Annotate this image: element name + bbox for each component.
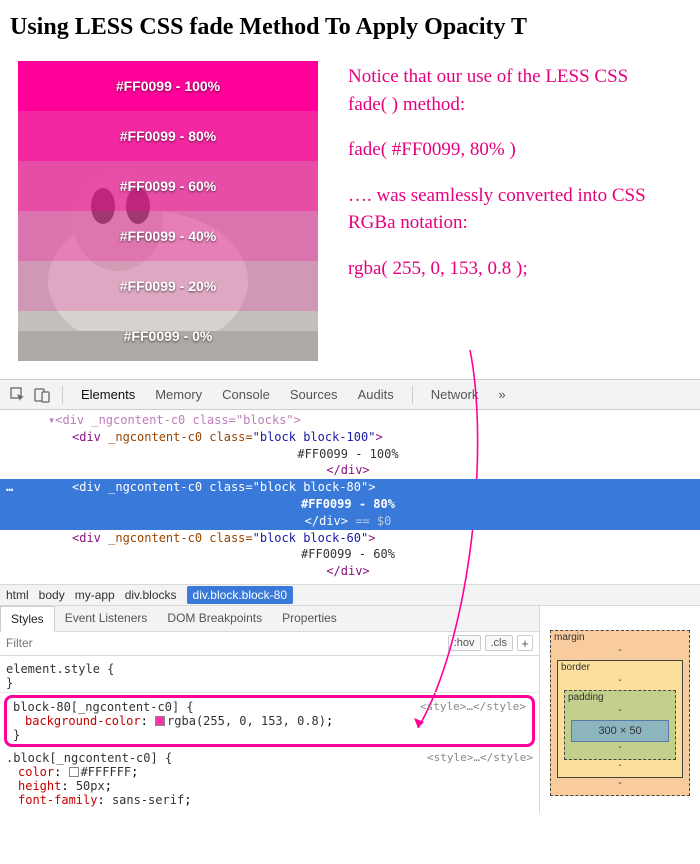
tab-audits[interactable]: Audits — [348, 380, 404, 410]
tab-more[interactable]: » — [488, 380, 515, 410]
tab-network[interactable]: Network — [421, 380, 489, 410]
cls-toggle[interactable]: .cls — [485, 635, 514, 651]
color-swatch[interactable] — [155, 716, 165, 726]
tab-memory[interactable]: Memory — [145, 380, 212, 410]
crumb-html[interactable]: html — [6, 588, 29, 602]
annotation-p3: …. was seamlessly converted into CSS RGB… — [348, 182, 668, 237]
stripe-80: #FF0099 - 80% — [18, 111, 318, 161]
stripe-100: #FF0099 - 100% — [18, 61, 318, 111]
dom-line-selected[interactable]: </div> == $0 — [0, 513, 700, 530]
demo-box: #FF0099 - 100% #FF0099 - 80% #FF0099 - 6… — [18, 61, 318, 361]
annotation-p1: Notice that our use of the LESS CSS fade… — [348, 63, 668, 118]
crumb-body[interactable]: body — [39, 588, 65, 602]
subtab-styles[interactable]: Styles — [0, 606, 55, 632]
hov-toggle[interactable]: :hov — [448, 635, 481, 651]
upper-section: #FF0099 - 100% #FF0099 - 80% #FF0099 - 6… — [0, 51, 700, 371]
crumb-myapp[interactable]: my-app — [75, 588, 115, 602]
tab-elements[interactable]: Elements — [71, 380, 145, 410]
tab-sources[interactable]: Sources — [280, 380, 348, 410]
devtools-panel: Elements Memory Console Sources Audits N… — [0, 379, 700, 813]
page-title: Using LESS CSS fade Method To Apply Opac… — [0, 0, 700, 51]
device-toggle-icon[interactable] — [30, 383, 54, 407]
box-content[interactable]: 300 × 50 — [571, 720, 669, 742]
box-border[interactable]: border - padding - 300 × 50 - - — [557, 660, 683, 778]
stripe-20: #FF0099 - 20% — [18, 261, 318, 311]
rule-block-80[interactable]: <style>…</style> block-80[_ngcontent-c0]… — [4, 695, 535, 747]
dom-line[interactable]: <div _ngcontent-c0 class="block block-60… — [0, 530, 700, 547]
box-model: margin - border - padding - 300 × 50 - -… — [540, 606, 700, 813]
box-margin[interactable]: margin - border - padding - 300 × 50 - -… — [550, 630, 690, 796]
annotation-p2: fade( #FF0099, 80% ) — [348, 136, 668, 164]
breadcrumb: html body my-app div.blocks div.block.bl… — [0, 584, 700, 606]
add-rule-button[interactable]: + — [517, 635, 533, 651]
dom-text-selected[interactable]: #FF0099 - 80% — [0, 496, 700, 513]
filter-row: :hov .cls + — [0, 632, 539, 656]
tab-console[interactable]: Console — [212, 380, 280, 410]
stripe-0: #FF0099 - 0% — [18, 311, 318, 361]
dom-tree[interactable]: ▾<div _ngcontent-c0 class="blocks"> <div… — [0, 410, 700, 584]
styles-panel: Styles Event Listeners DOM Breakpoints P… — [0, 606, 700, 813]
dom-text[interactable]: #FF0099 - 60% — [0, 546, 700, 563]
dom-line[interactable]: <div _ngcontent-c0 class="block block-10… — [0, 429, 700, 446]
inspect-icon[interactable] — [6, 383, 30, 407]
dom-text[interactable]: #FF0099 - 100% — [0, 446, 700, 463]
box-padding[interactable]: padding - 300 × 50 - — [564, 690, 676, 760]
annotation: Notice that our use of the LESS CSS fade… — [348, 61, 668, 361]
devtools-tabbar: Elements Memory Console Sources Audits N… — [0, 380, 700, 410]
rule-block[interactable]: <style>…</style> .block[_ngcontent-c0] {… — [0, 749, 539, 809]
rule-origin[interactable]: <style>…</style> — [420, 700, 526, 713]
subtab-dombreakpoints[interactable]: DOM Breakpoints — [157, 605, 272, 631]
rule-origin[interactable]: <style>…</style> — [427, 751, 533, 764]
crumb-selected[interactable]: div.block.block-80 — [187, 586, 294, 604]
dom-line[interactable]: </div> — [0, 462, 700, 479]
dom-line[interactable]: </div> — [0, 563, 700, 580]
styles-subtabs: Styles Event Listeners DOM Breakpoints P… — [0, 606, 539, 632]
css-rules: element.style { } <style>…</style> block… — [0, 656, 539, 813]
stripe-40: #FF0099 - 40% — [18, 211, 318, 261]
color-swatch[interactable] — [69, 767, 79, 777]
dom-line-selected[interactable]: …<div _ngcontent-c0 class="block block-8… — [0, 479, 700, 496]
crumb-blocks[interactable]: div.blocks — [125, 588, 177, 602]
dom-line[interactable]: ▾<div _ngcontent-c0 class="blocks"> — [0, 412, 700, 429]
annotation-p4: rgba( 255, 0, 153, 0.8 ); — [348, 255, 668, 283]
filter-input[interactable] — [6, 636, 444, 650]
stripe-60: #FF0099 - 60% — [18, 161, 318, 211]
subtab-eventlisteners[interactable]: Event Listeners — [55, 605, 158, 631]
subtab-properties[interactable]: Properties — [272, 605, 347, 631]
rule-element-style[interactable]: element.style { } — [0, 660, 539, 693]
